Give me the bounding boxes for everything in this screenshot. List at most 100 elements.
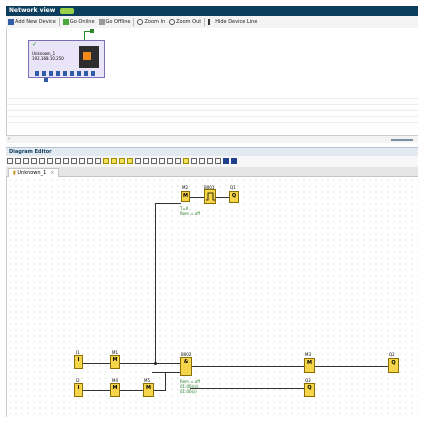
signal-tool-icon[interactable]	[215, 157, 221, 164]
comment-tool-icon[interactable]	[23, 157, 29, 164]
device-module-icon	[79, 46, 99, 68]
align-tool-icon[interactable]	[63, 157, 69, 164]
simulation-icon[interactable]	[199, 157, 205, 164]
tab-label: Unknown_1	[17, 170, 47, 176]
grid-line	[7, 122, 419, 123]
align-tool-icon[interactable]	[47, 157, 53, 164]
input-block-i2[interactable]: I	[74, 383, 83, 397]
transfer-icon[interactable]	[231, 157, 237, 164]
add-new-device-label: Add New Device	[15, 19, 56, 25]
hide-device-line-button[interactable]: Hide Device Line	[206, 16, 259, 28]
grid-line	[7, 116, 419, 117]
go-offline-button[interactable]: Go Offline	[97, 16, 133, 28]
block-tool-icon[interactable]	[103, 157, 109, 164]
check-icon: ✓	[32, 41, 38, 48]
device-card[interactable]: ✓ Unknown_1 192.168.10.250	[28, 40, 105, 78]
block-tool-icon[interactable]	[127, 157, 133, 164]
zoom-in-icon[interactable]	[167, 157, 173, 164]
wire	[118, 363, 180, 364]
timer-block-b001[interactable]	[204, 189, 216, 204]
output-block-q1[interactable]: Q	[229, 191, 239, 203]
flag-block-m1[interactable]: M	[110, 355, 120, 369]
layout-tool-icon[interactable]	[135, 157, 141, 164]
connect-tool-icon[interactable]	[15, 157, 21, 164]
wire	[190, 388, 304, 389]
diagram-canvas[interactable]	[6, 177, 419, 417]
zoom-out-icon[interactable]	[175, 157, 181, 164]
go-online-label: Go Online	[69, 19, 95, 25]
grid-tool-icon[interactable]	[191, 157, 197, 164]
network-view-title: Network view	[9, 7, 56, 14]
add-new-device-button[interactable]: Add New Device	[6, 16, 58, 28]
flag-block-m4[interactable]: M	[110, 383, 120, 397]
select-tool-icon[interactable]	[7, 157, 13, 164]
zoom-out-icon	[169, 18, 176, 25]
timer-icon	[206, 192, 215, 201]
device-ip: 192.168.10.250	[32, 56, 64, 61]
flag-block-m5[interactable]: M	[143, 383, 154, 397]
undo-icon[interactable]	[87, 157, 93, 164]
wire	[81, 390, 111, 391]
device-ports	[35, 71, 97, 76]
align-tool-icon[interactable]	[55, 157, 61, 164]
output-block-q2[interactable]: Q	[388, 358, 399, 373]
logic-block-b002[interactable]: &	[180, 357, 192, 376]
go-online-icon	[62, 18, 69, 25]
flag-block-m3[interactable]: M	[304, 358, 315, 373]
network-port-icon[interactable]	[44, 78, 48, 82]
b001-param: Rem = off	[180, 211, 201, 216]
b002-param: 01:00(s)	[180, 389, 197, 394]
wire	[81, 363, 111, 364]
toolbar-separator	[204, 17, 206, 26]
wire	[152, 372, 180, 373]
wire	[188, 197, 204, 198]
layout-tool-icon[interactable]	[143, 157, 149, 164]
network-horizontal-scrollbar[interactable]: ‹	[6, 135, 418, 143]
network-port-icon[interactable]	[90, 29, 94, 33]
block-label: M3	[305, 352, 311, 357]
zoom-in-icon	[137, 18, 144, 25]
layout-tool-icon[interactable]	[159, 157, 165, 164]
block-tool-icon[interactable]	[119, 157, 125, 164]
wire	[118, 390, 144, 391]
route-tool-icon[interactable]	[71, 157, 77, 164]
split-tool-icon[interactable]	[39, 157, 45, 164]
layout-tool-icon[interactable]	[151, 157, 157, 164]
wire	[165, 372, 166, 390]
toolbar-separator	[58, 17, 60, 26]
route-tool-icon[interactable]	[79, 157, 85, 164]
output-block-q3[interactable]: Q	[304, 383, 315, 397]
junction-dot	[154, 362, 157, 365]
redo-icon[interactable]	[95, 157, 101, 164]
block-tool-icon[interactable]	[111, 157, 117, 164]
wire	[155, 203, 181, 204]
text-tool-icon[interactable]	[31, 157, 37, 164]
close-icon[interactable]: x	[51, 170, 54, 176]
diagram-toolbar	[6, 156, 418, 167]
online-test-icon[interactable]	[207, 157, 213, 164]
diagram-editor-title: Diagram Editor	[6, 147, 418, 156]
grid-line	[7, 110, 419, 111]
device-connection-line	[84, 31, 85, 40]
input-block-i1[interactable]: I	[74, 355, 83, 369]
flag-block-m2[interactable]: M	[181, 191, 190, 202]
diagram-file-icon: ▮	[13, 170, 16, 176]
device-info: Unknown_1 192.168.10.250	[32, 51, 64, 61]
block-label: Q2	[389, 352, 395, 357]
tab-unknown-1[interactable]: ▮ Unknown_1 x	[8, 168, 59, 177]
zoom-out-button[interactable]: Zoom Out	[167, 16, 203, 28]
go-offline-label: Go Offline	[105, 19, 131, 25]
check-diagram-icon[interactable]	[183, 157, 189, 164]
block-label: M2	[182, 185, 188, 190]
scroll-thumb[interactable]	[391, 139, 413, 141]
go-offline-icon	[98, 18, 105, 25]
wire	[312, 366, 388, 367]
config-indicator-icon	[60, 7, 75, 14]
scroll-left-icon[interactable]: ‹	[8, 136, 10, 143]
transfer-icon[interactable]	[223, 157, 229, 164]
hide-device-line-label: Hide Device Line	[215, 19, 258, 25]
add-device-icon	[8, 18, 14, 25]
zoom-in-button[interactable]: Zoom In	[135, 16, 167, 28]
go-online-button[interactable]: Go Online	[61, 16, 97, 28]
device-line-icon	[208, 18, 214, 25]
